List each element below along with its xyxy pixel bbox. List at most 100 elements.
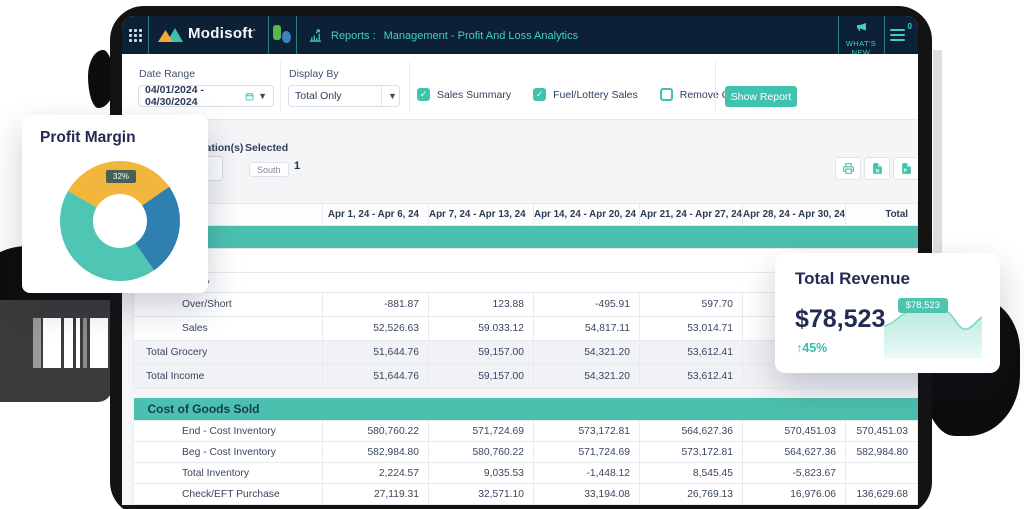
export-group [835,157,918,180]
total-revenue-value: $78,523 [795,305,886,333]
header-divider [884,16,885,54]
cell-value: -881.87 [322,292,429,317]
filter-bar: Date Range 04/01/2024 - 04/30/2024 ▼ Dis… [122,54,918,120]
product-icon[interactable] [272,25,292,44]
profit-margin-title: Profit Margin [40,129,136,146]
pdf-file-icon [901,163,911,174]
cell-value: 136,629.68 [845,483,918,505]
cell-value: 564,627.36 [742,441,846,463]
barcode-stripe [43,318,61,368]
filter-divider [715,62,716,112]
section-band-label [133,225,918,249]
cell-value: 571,724.69 [428,420,534,442]
filter-divider [409,62,410,112]
cell-value: 53,612.41 [639,340,743,365]
cell-value: 54,321.20 [533,364,640,389]
table-row-total-inventory: Total Inventory 2,224.57 9,035.53 -1,448.12… [133,462,918,484]
checkbox-label: Fuel/Lottery Sales [553,88,638,101]
excel-file-icon [872,163,882,174]
cell-value [322,504,429,505]
cell-value: 570,451.03 [742,420,846,442]
table-row-cost-of-goods-sold: Cost of Goods Sold [133,397,918,421]
cell-value [428,504,534,505]
row-label: Over/Short [133,292,323,317]
cell-value: 54,817.11 [533,316,640,341]
barcode-stripe [64,318,73,368]
cell-value: -1,448.12 [533,462,640,484]
cell-value [533,504,640,505]
row-label: Sales [133,316,323,341]
cell-value: 582,984.80 [845,441,918,463]
total-revenue-title: Total Revenue [795,269,910,288]
table-row-beg-cost-inventory: Beg - Cost Inventory 582,984.80 580,760.22… [133,441,918,463]
brand-mark: - [252,25,256,34]
cell-value: 570,451.03 [845,420,918,442]
checkbox-checked-icon[interactable]: ✓ [533,88,547,101]
menu-button[interactable]: 0 [890,22,912,44]
display-by-value: Total Only [295,90,342,102]
total-revenue-change: ↑45% [796,341,828,355]
export-pdf-button[interactable] [893,157,918,180]
cell-value: 51,644.76 [322,340,429,365]
station-chip: South [249,162,289,177]
show-report-button[interactable]: Show Report [725,86,797,107]
filter-divider [280,62,281,112]
whats-new-button[interactable]: WHAT'S NEW [838,20,884,57]
printer-icon [842,163,854,174]
cell-value: 54,321.20 [533,340,640,365]
cell-value: 59.033.12 [428,316,534,341]
chevron-down-icon: ▼ [258,91,267,101]
row-label: Total Income [133,364,323,389]
cell-value: 2,224.57 [322,462,429,484]
cell-value: -5,823.67 [742,462,846,484]
display-by-select[interactable]: Total Only ▼ [288,85,400,107]
cell-value: 580,760.22 [428,441,534,463]
cell-value: 597.70 [639,292,743,317]
date-range-label: Date Range [139,68,196,80]
checkbox-sales-summary[interactable]: ✓ Sales Summary [417,88,511,101]
cell-value: -495.91 [533,292,640,317]
cell-value: 59,157.00 [428,340,534,365]
total-revenue-card: Total Revenue $78,523 ↑45% $78,523 [775,253,1000,373]
page-title-prefix: Reports : [331,29,376,42]
cell-value [845,504,918,505]
table-row-gap [134,389,918,398]
checkbox-fuel-lottery-sales[interactable]: ✓ Fuel/Lottery Sales [533,88,638,101]
table-row-check-eft-purchase: Check/EFT Purchase 27,119.31 32,571.10 33,1… [133,483,918,505]
header-divider [148,16,149,54]
column-header: Apr 1, 24 - Apr 6, 24 [322,203,429,226]
cell-value: 16,976.06 [742,483,846,505]
row-label: Total Grocery [133,340,323,365]
date-range-input[interactable]: 04/01/2024 - 04/30/2024 ▼ [138,84,274,108]
apps-grid-icon[interactable] [129,29,142,42]
cell-value: 573,172.81 [639,441,743,463]
cell-value: 582,984.80 [322,441,429,463]
barcode-stripe [83,318,87,368]
analytics-chart-icon [309,29,322,42]
page-title-text: Management - Profit And Loss Analytics [383,29,579,42]
column-header: Apr 21, 24 - Apr 27, 24 [639,203,743,226]
barcode-stripe [90,318,108,368]
cell-value [845,462,918,484]
calendar-icon [245,92,254,100]
megaphone-icon [856,23,866,31]
cell-value: 32,571.10 [428,483,534,505]
cell-value: 52,526.63 [322,316,429,341]
checkbox-unchecked-icon[interactable] [659,88,673,101]
column-header: Apr 14, 24 - Apr 20, 24 [533,203,640,226]
export-excel-button[interactable] [864,157,890,180]
checkbox-label: Sales Summary [437,88,512,101]
column-header: Total [845,203,918,226]
menu-badge: 0 [907,22,912,31]
checkbox-checked-icon[interactable]: ✓ [417,88,430,101]
cell-value: 123.88 [428,292,534,317]
print-button[interactable] [835,157,861,180]
header-divider [268,16,269,54]
brand-text: Modisoft [188,25,253,42]
barcode-stripe [76,318,80,368]
cell-value: 26,769.13 [639,483,743,505]
cell-value: 571,724.69 [533,441,640,463]
row-label: Beg - Cost Inventory [133,441,323,463]
column-header: Apr 28, 24 - Apr 30, 24 [742,203,846,226]
display-by-label: Display By [289,68,339,80]
